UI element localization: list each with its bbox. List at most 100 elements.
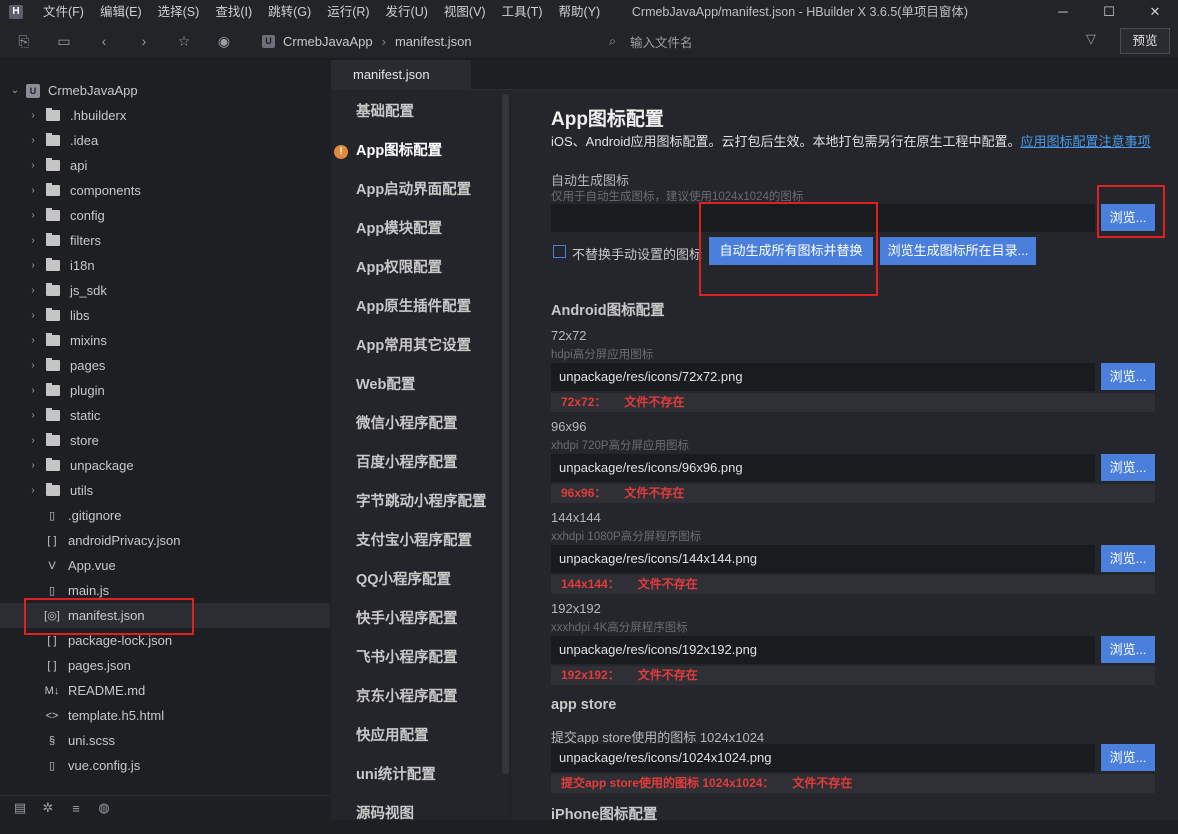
breadcrumb-file[interactable]: manifest.json <box>395 34 472 49</box>
appstore-error-key: 提交app store使用的图标 1024x1024： <box>561 776 775 790</box>
nav-item[interactable]: App原生插件配置 <box>331 288 501 327</box>
nav-item[interactable]: 基础配置 <box>331 93 501 132</box>
tree-file[interactable]: § uni.scss <box>0 728 330 753</box>
icon-browse-button[interactable]: 浏览... <box>1101 636 1155 663</box>
chevron-right-icon: › <box>31 410 35 421</box>
minimize-icon[interactable]: ─ <box>1040 0 1086 24</box>
run-icon[interactable]: ◉ <box>214 31 234 51</box>
maximize-icon[interactable]: ☐ <box>1086 0 1132 24</box>
menu-tools[interactable]: 工具(T) <box>494 0 551 24</box>
icon-path-input[interactable]: unpackage/res/icons/72x72.png <box>551 363 1095 391</box>
search-panel-icon[interactable]: ≡ <box>68 801 84 816</box>
appstore-icon-input[interactable]: unpackage/res/icons/1024x1024.png <box>551 744 1095 772</box>
tree-file[interactable]: ▯ .gitignore <box>0 503 330 528</box>
nav-item[interactable]: App模块配置 <box>331 210 501 249</box>
filter-icon[interactable]: ▽ <box>1086 31 1096 47</box>
tree-folder[interactable]: › filters <box>0 228 330 253</box>
tree-folder-label: .hbuilderx <box>70 108 127 123</box>
open-icon-dir-button[interactable]: 浏览生成图标所在目录... <box>880 237 1036 265</box>
nav-item[interactable]: QQ小程序配置 <box>331 561 501 600</box>
breadcrumb: U CrmebJavaApp › manifest.json <box>262 24 472 59</box>
tree-folder[interactable]: › .hbuilderx <box>0 103 330 128</box>
tree-folder[interactable]: › libs <box>0 303 330 328</box>
debug-icon[interactable]: ✲ <box>40 800 56 816</box>
nav-item[interactable]: App常用其它设置 <box>331 327 501 366</box>
nav-scroll-thumb[interactable] <box>502 94 509 774</box>
menu-goto[interactable]: 跳转(G) <box>260 0 319 24</box>
no-replace-checkbox[interactable] <box>553 245 566 258</box>
menu-select[interactable]: 选择(S) <box>150 0 208 24</box>
nav-item-label: 快应用配置 <box>356 728 429 744</box>
tree-folder[interactable]: › api <box>0 153 330 178</box>
icon-browse-button[interactable]: 浏览... <box>1101 545 1155 572</box>
icon-path-input[interactable]: unpackage/res/icons/144x144.png <box>551 545 1095 573</box>
tree-file[interactable]: [ ] androidPrivacy.json <box>0 528 330 553</box>
tree-folder[interactable]: › pages <box>0 353 330 378</box>
nav-item[interactable]: 快手小程序配置 <box>331 600 501 639</box>
nav-item[interactable]: 快应用配置 <box>331 717 501 756</box>
nav-item-label: App权限配置 <box>356 260 443 276</box>
tab-manifest[interactable]: manifest.json <box>331 60 471 90</box>
nav-item[interactable]: Web配置 <box>331 366 501 405</box>
tree-file[interactable]: M↓ README.md <box>0 678 330 703</box>
menu-find[interactable]: 查找(I) <box>207 0 260 24</box>
tree-file-label: androidPrivacy.json <box>68 533 181 548</box>
icon-browse-button[interactable]: 浏览... <box>1101 454 1155 481</box>
icon-size-label: 144x144 <box>551 510 601 525</box>
plugin-icon[interactable]: ◍ <box>96 800 112 816</box>
nav-item-label: App原生插件配置 <box>356 299 472 315</box>
nav-item[interactable]: 飞书小程序配置 <box>331 639 501 678</box>
forward-icon[interactable]: › <box>134 31 154 51</box>
nav-item[interactable]: ! App图标配置 <box>331 132 501 171</box>
icon-path-input[interactable]: unpackage/res/icons/96x96.png <box>551 454 1095 482</box>
new-file-icon[interactable]: ⎘ <box>14 31 34 51</box>
menu-run[interactable]: 运行(R) <box>319 0 377 24</box>
tree-file[interactable]: [ ] pages.json <box>0 653 330 678</box>
icon-path-input[interactable]: unpackage/res/icons/192x192.png <box>551 636 1095 664</box>
nav-item[interactable]: 源码视图 <box>331 795 501 834</box>
back-icon[interactable]: ‹ <box>94 31 114 51</box>
tree-folder[interactable]: › store <box>0 428 330 453</box>
nav-scrollbar[interactable] <box>501 90 510 820</box>
tree-folder[interactable]: › i18n <box>0 253 330 278</box>
icon-size-hint: xxhdpi 1080P高分屏程序图标 <box>551 531 702 543</box>
tree-root[interactable]: ⌄ U CrmebJavaApp <box>0 78 330 103</box>
save-icon[interactable]: ▭ <box>54 31 74 51</box>
tree-folder[interactable]: › utils <box>0 478 330 503</box>
close-icon[interactable]: ✕ <box>1132 0 1178 24</box>
breadcrumb-project[interactable]: CrmebJavaApp <box>283 34 373 49</box>
tree-file[interactable]: V App.vue <box>0 553 330 578</box>
tree-folder[interactable]: › js_sdk <box>0 278 330 303</box>
tree-file[interactable]: ▯ vue.config.js <box>0 753 330 778</box>
nav-item[interactable]: 支付宝小程序配置 <box>331 522 501 561</box>
star-icon[interactable]: ☆ <box>174 31 194 51</box>
tree-folder[interactable]: › .idea <box>0 128 330 153</box>
nav-item[interactable]: 百度小程序配置 <box>331 444 501 483</box>
appstore-browse-button[interactable]: 浏览... <box>1101 744 1155 771</box>
icon-error-msg: 文件不存在 <box>624 395 685 409</box>
chevron-right-icon: › <box>31 310 35 321</box>
nav-item[interactable]: 微信小程序配置 <box>331 405 501 444</box>
nav-item-label: 基础配置 <box>356 104 414 120</box>
explorer-icon[interactable]: ▤ <box>12 800 28 816</box>
tree-folder[interactable]: › mixins <box>0 328 330 353</box>
tree-folder[interactable]: › static <box>0 403 330 428</box>
nav-item[interactable]: App启动界面配置 <box>331 171 501 210</box>
menu-publish[interactable]: 发行(U) <box>378 0 436 24</box>
tree-folder[interactable]: › plugin <box>0 378 330 403</box>
tree-folder[interactable]: › config <box>0 203 330 228</box>
nav-item[interactable]: uni统计配置 <box>331 756 501 795</box>
nav-item[interactable]: 京东小程序配置 <box>331 678 501 717</box>
tree-folder[interactable]: › components <box>0 178 330 203</box>
nav-item[interactable]: App权限配置 <box>331 249 501 288</box>
menu-view[interactable]: 视图(V) <box>436 0 494 24</box>
preview-button[interactable]: 预览 <box>1120 28 1170 54</box>
icon-notes-link[interactable]: 应用图标配置注意事项 <box>1020 134 1150 149</box>
nav-item[interactable]: 字节跳动小程序配置 <box>331 483 501 522</box>
tree-file[interactable]: <> template.h5.html <box>0 703 330 728</box>
menu-file[interactable]: 文件(F) <box>35 0 92 24</box>
menu-edit[interactable]: 编辑(E) <box>92 0 150 24</box>
file-search-input[interactable]: ⌕ 输入文件名 <box>605 29 1107 54</box>
tree-folder[interactable]: › unpackage <box>0 453 330 478</box>
icon-browse-button[interactable]: 浏览... <box>1101 363 1155 390</box>
